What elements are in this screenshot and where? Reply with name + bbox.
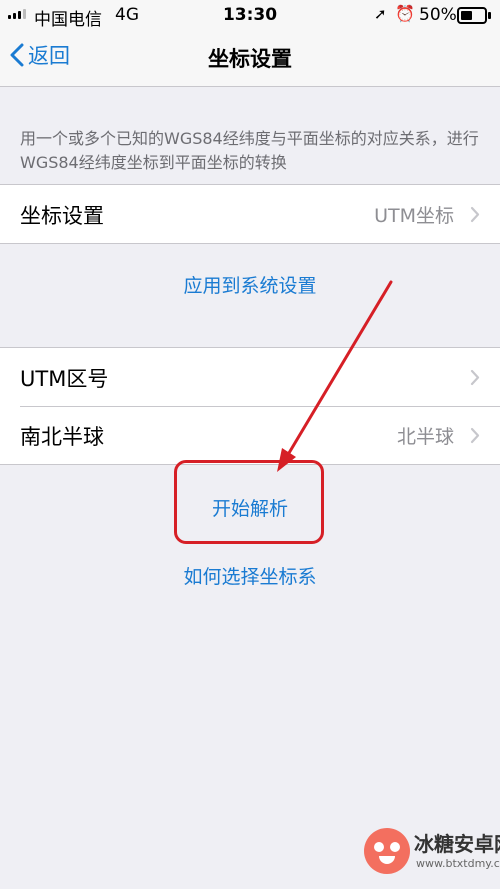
battery-icon: [457, 7, 491, 24]
watermark-logo: [364, 828, 410, 874]
section-description: 用一个或多个已知的WGS84经纬度与平面坐标的对应关系，进行WGS84经纬度坐标…: [20, 129, 479, 172]
coordinate-settings-group: 坐标设置 UTM坐标: [0, 184, 500, 244]
row-label: 坐标设置: [20, 204, 104, 228]
battery-percent: 50%: [419, 5, 457, 25]
apply-to-system-link[interactable]: 应用到系统设置: [0, 271, 500, 298]
annotation-highlight-box: [174, 460, 324, 544]
how-to-choose-link[interactable]: 如何选择坐标系: [0, 562, 500, 589]
navigation-bar: 返回 坐标设置: [0, 30, 500, 87]
utm-zone-row[interactable]: UTM区号: [0, 348, 500, 406]
hemisphere-row[interactable]: 南北半球 北半球: [0, 406, 500, 464]
row-label: UTM区号: [20, 367, 109, 391]
watermark: 冰糖安卓网 www.btxtdmy.com: [364, 826, 500, 878]
row-value: UTM坐标: [374, 205, 454, 227]
chevron-right-icon: [470, 206, 480, 223]
status-bar: 中国电信 4G 13:30 ➚ ⏰ 50%: [0, 0, 500, 30]
alarm-clock-icon: ⏰: [395, 4, 415, 23]
coordinate-settings-row[interactable]: 坐标设置 UTM坐标: [0, 185, 500, 243]
chevron-right-icon: [470, 369, 480, 386]
row-label: 南北半球: [20, 425, 104, 449]
page-title: 坐标设置: [208, 47, 292, 71]
chevron-right-icon: [470, 427, 480, 444]
location-arrow-icon: ➚: [374, 5, 387, 23]
utm-settings-group: UTM区号 南北半球 北半球: [0, 347, 500, 465]
row-value: 北半球: [396, 426, 454, 448]
watermark-brand: 冰糖安卓网: [414, 832, 500, 856]
watermark-site: www.btxtdmy.com: [416, 857, 500, 870]
